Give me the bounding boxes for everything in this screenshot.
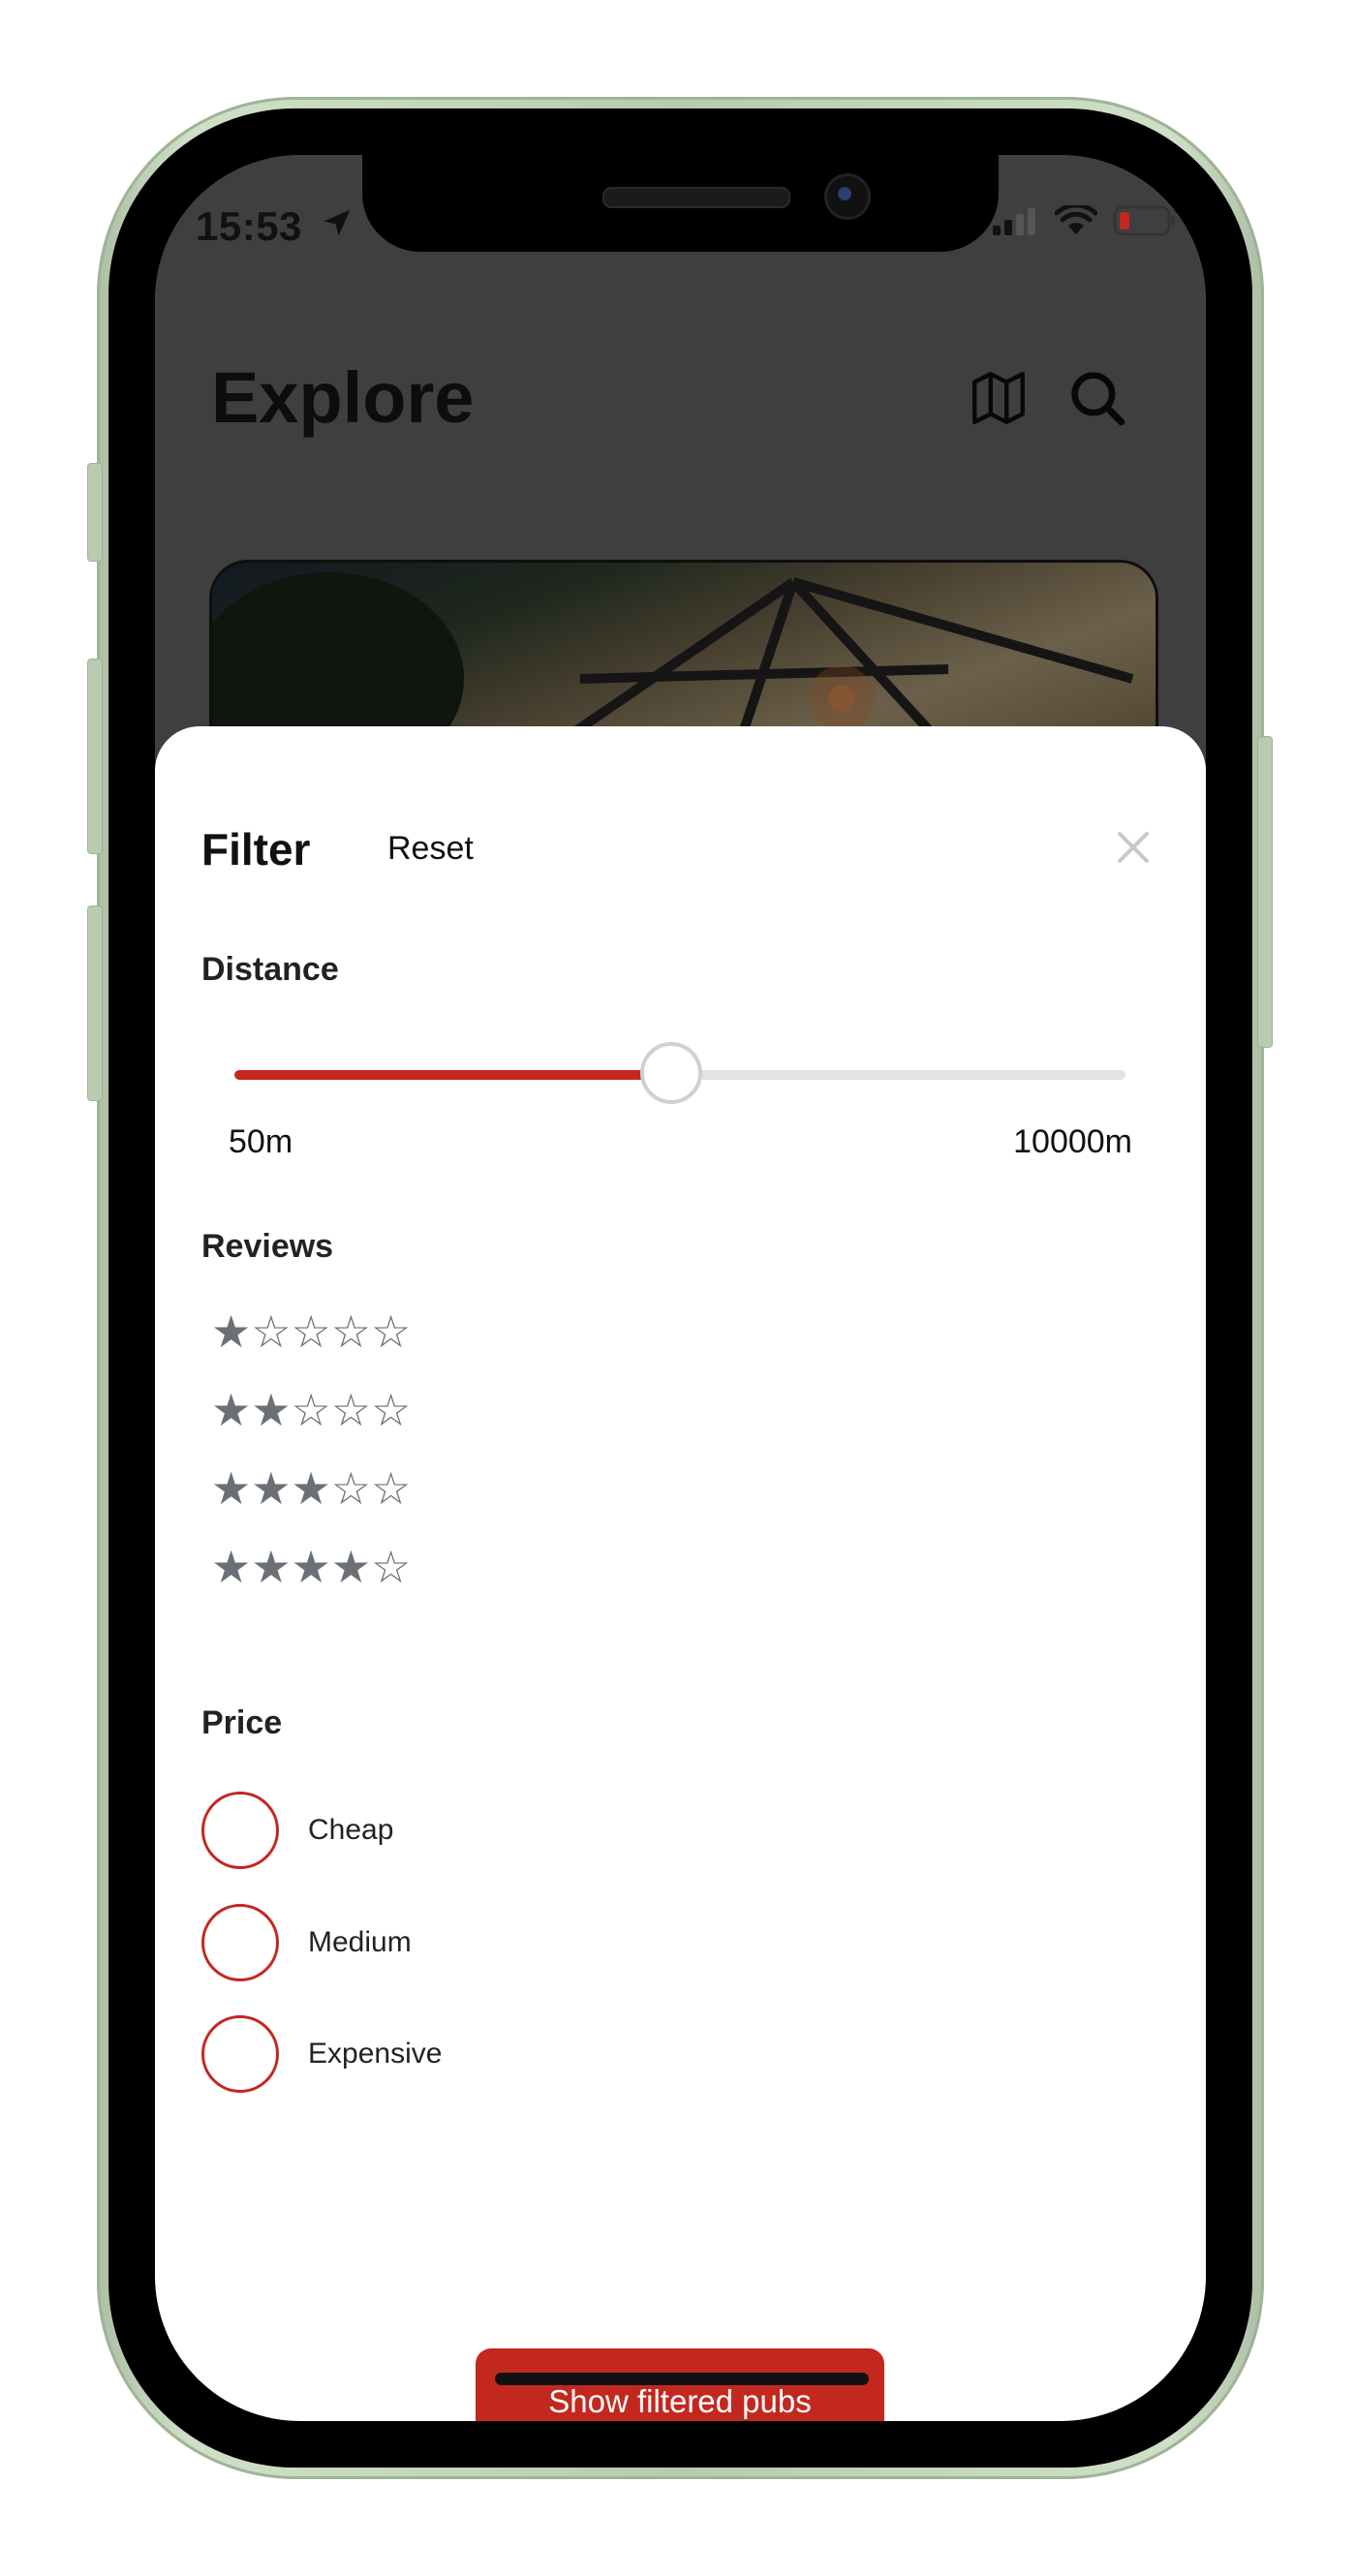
price-option-label: Cheap bbox=[308, 1814, 394, 1846]
distance-slider-fill bbox=[234, 1070, 671, 1080]
distance-label: Distance bbox=[201, 951, 339, 988]
rating-stars: ★☆☆☆☆ bbox=[211, 1306, 412, 1357]
status-indicators bbox=[993, 205, 1177, 236]
price-label: Price bbox=[201, 1704, 283, 1741]
radio-button[interactable] bbox=[201, 1904, 279, 1981]
reset-button[interactable]: Reset bbox=[387, 830, 474, 868]
filter-sheet: Filter Reset Distance 50m 10000m Reviews… bbox=[155, 726, 1206, 2421]
close-icon[interactable] bbox=[1114, 828, 1153, 867]
distance-max-label: 10000m bbox=[1013, 1123, 1132, 1160]
home-indicator[interactable] bbox=[495, 2373, 869, 2385]
radio-button[interactable] bbox=[201, 1792, 279, 1869]
distance-slider-thumb[interactable] bbox=[640, 1042, 702, 1104]
side-button-volume-down bbox=[87, 905, 103, 1101]
rating-option-4-stars[interactable]: ★★★★☆ bbox=[211, 1542, 412, 1592]
rating-option-2-stars[interactable]: ★★☆☆☆ bbox=[211, 1385, 412, 1435]
rating-stars: ★★★★☆ bbox=[211, 1542, 412, 1592]
side-button-power bbox=[1257, 736, 1273, 1048]
battery-icon bbox=[1113, 205, 1175, 236]
rating-stars: ★★☆☆☆ bbox=[211, 1385, 412, 1435]
price-option-medium[interactable]: Medium bbox=[201, 1904, 412, 1981]
rating-stars: ★★★☆☆ bbox=[211, 1463, 412, 1514]
radio-button[interactable] bbox=[201, 2015, 279, 2093]
front-camera bbox=[824, 173, 871, 220]
side-button-volume-up bbox=[87, 659, 103, 854]
status-time: 15:53 bbox=[196, 203, 302, 249]
filter-title: Filter bbox=[201, 824, 311, 874]
cellular-signal-icon bbox=[993, 208, 1035, 235]
price-option-cheap[interactable]: Cheap bbox=[201, 1792, 393, 1869]
wifi-icon bbox=[1055, 205, 1097, 234]
location-arrow-icon bbox=[324, 209, 351, 236]
rating-option-1-star[interactable]: ★☆☆☆☆ bbox=[211, 1306, 412, 1357]
speaker-grille bbox=[602, 187, 790, 208]
phone-screen: 15:53 Explore Filter Reset Distance 50m … bbox=[155, 155, 1206, 2421]
price-option-expensive[interactable]: Expensive bbox=[201, 2015, 442, 2093]
price-option-label: Medium bbox=[308, 1926, 412, 1958]
reviews-label: Reviews bbox=[201, 1228, 334, 1265]
rating-option-3-stars[interactable]: ★★★☆☆ bbox=[211, 1463, 412, 1514]
distance-min-label: 50m bbox=[229, 1123, 293, 1160]
side-button-mute bbox=[87, 463, 103, 562]
price-option-label: Expensive bbox=[308, 2038, 443, 2070]
notch bbox=[362, 155, 999, 252]
